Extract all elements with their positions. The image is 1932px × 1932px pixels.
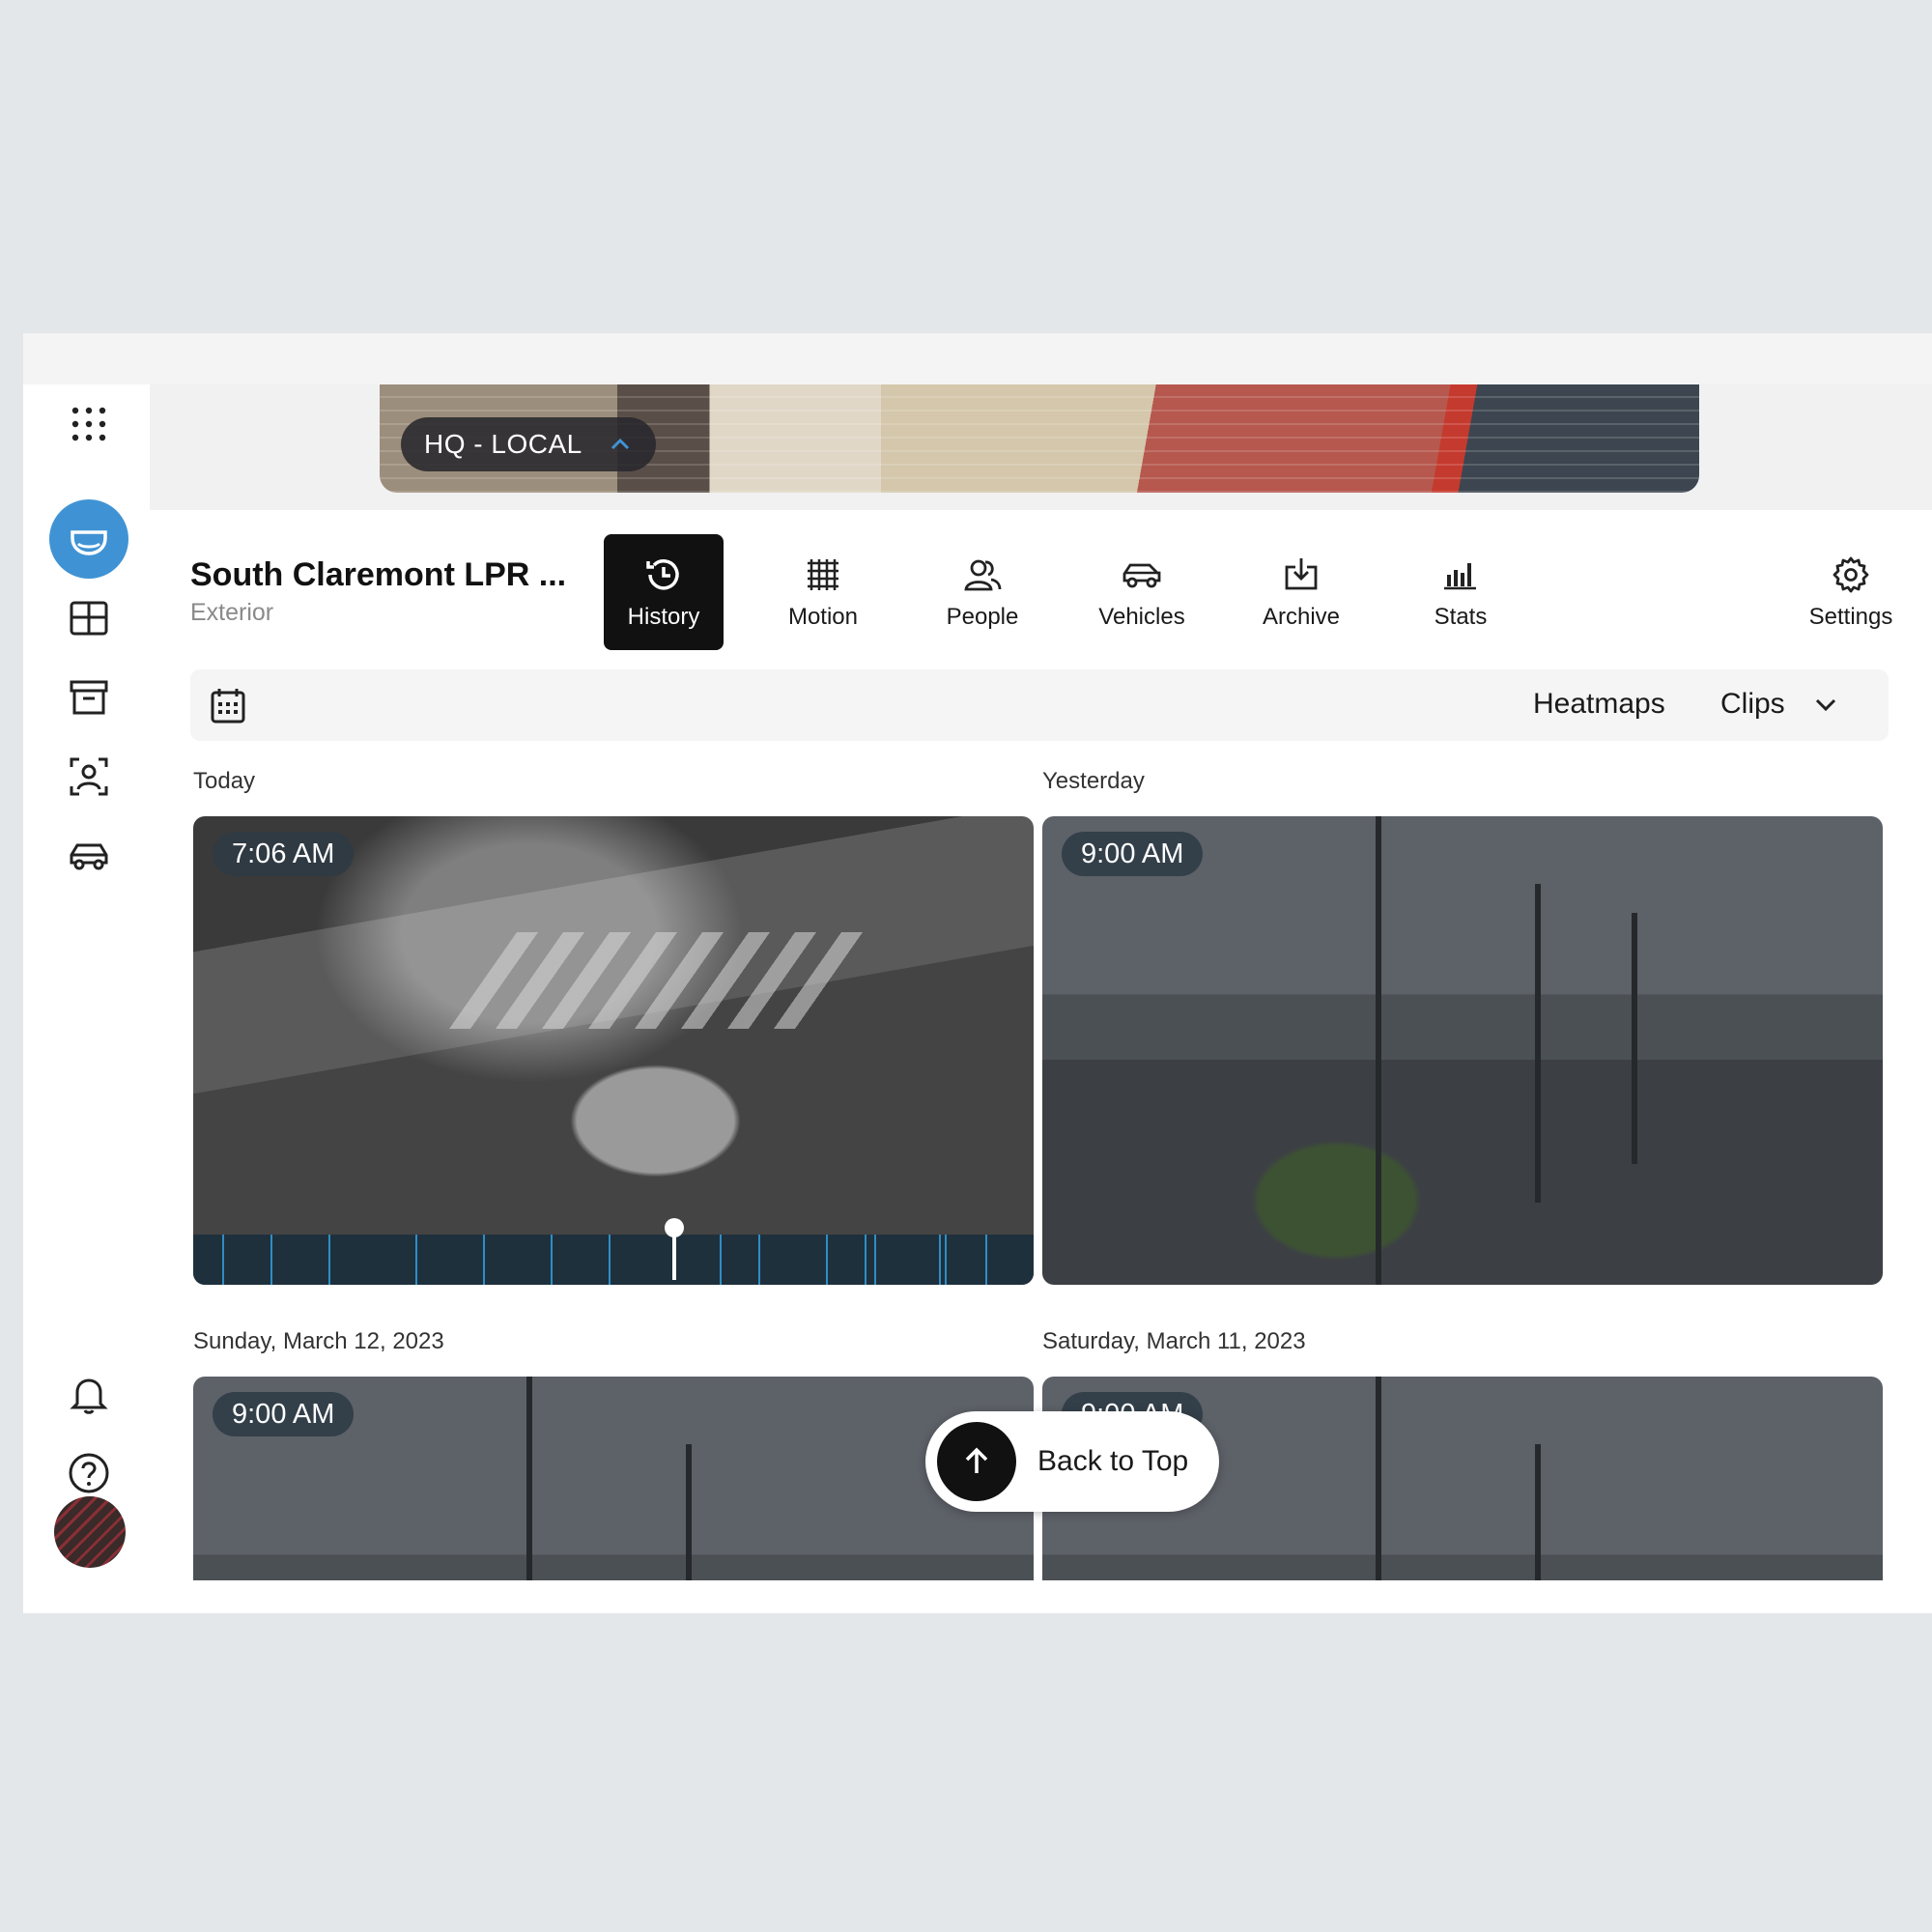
day-label-today: Today xyxy=(193,768,256,794)
playhead-handle[interactable] xyxy=(665,1218,684,1237)
grid-icon xyxy=(808,559,838,590)
timeline-scrubber[interactable] xyxy=(193,1218,1034,1285)
bell-icon[interactable] xyxy=(49,1355,128,1435)
street-pole xyxy=(1535,1444,1541,1580)
timeline-tick xyxy=(483,1235,485,1285)
timeline-tick xyxy=(551,1235,553,1285)
day-label-march-11: Saturday, March 11, 2023 xyxy=(1042,1328,1306,1354)
people-icon xyxy=(964,559,1002,591)
download-icon xyxy=(1285,558,1318,590)
street-pole xyxy=(686,1444,692,1580)
person-detect-icon[interactable] xyxy=(49,737,128,816)
app-top-bar xyxy=(23,333,1932,384)
timeline-tick xyxy=(720,1235,722,1285)
location-selector[interactable]: HQ - LOCAL xyxy=(401,417,656,471)
tab-people[interactable]: People xyxy=(923,534,1042,650)
sidebar xyxy=(23,384,150,1580)
street-pole xyxy=(526,1377,532,1580)
gear-icon xyxy=(1833,556,1869,593)
bar-chart-icon xyxy=(1444,563,1476,590)
timeline-tick xyxy=(939,1235,941,1285)
tab-archive[interactable]: Archive xyxy=(1241,534,1361,650)
timeline-tick xyxy=(826,1235,828,1285)
live-preview-strip: HQ - LOCAL xyxy=(150,384,1932,510)
timeline-tick xyxy=(758,1235,760,1285)
clip-thumbnail-today[interactable]: 7:06 AM xyxy=(193,816,1034,1285)
live-preview-image[interactable]: HQ - LOCAL xyxy=(380,384,1699,493)
tab-motion[interactable]: Motion xyxy=(763,534,883,650)
clips-label: Clips xyxy=(1720,688,1785,720)
avatar[interactable] xyxy=(54,1496,126,1568)
tab-people-label: People xyxy=(946,604,1019,630)
tab-motion-label: Motion xyxy=(787,604,859,630)
street-pole xyxy=(1535,884,1541,1203)
timeline-tick xyxy=(222,1235,224,1285)
timeline-tick xyxy=(874,1235,876,1285)
tab-history-label: History xyxy=(627,604,700,630)
tab-settings[interactable]: Settings xyxy=(1791,534,1911,650)
clips-dropdown[interactable]: Clips xyxy=(1720,688,1839,721)
tab-archive-label: Archive xyxy=(1262,604,1341,630)
timeline-tick xyxy=(945,1235,947,1285)
tab-history[interactable]: History xyxy=(604,534,724,650)
day-label-yesterday: Yesterday xyxy=(1042,768,1145,794)
tab-stats-label: Stats xyxy=(1434,604,1488,630)
day-label-march-12: Sunday, March 12, 2023 xyxy=(193,1328,444,1354)
clip-thumbnail-march-12[interactable]: 9:00 AM xyxy=(193,1377,1034,1580)
vehicle-icon[interactable] xyxy=(49,816,128,895)
crosswalk-stripes xyxy=(448,932,885,1029)
calendar-icon[interactable] xyxy=(208,685,248,725)
camera-title: South Claremont LPR ... xyxy=(190,556,567,593)
location-label: HQ - LOCAL xyxy=(424,429,582,459)
main-content: HQ - LOCAL South Claremont LPR ... Exter… xyxy=(150,384,1932,1580)
archive-box-icon[interactable] xyxy=(49,658,128,737)
arrow-up-icon xyxy=(937,1422,1016,1501)
tab-settings-label: Settings xyxy=(1808,604,1893,630)
chevron-up-icon xyxy=(611,438,629,450)
clip-thumbnail-yesterday[interactable]: 9:00 AM xyxy=(1042,816,1883,1285)
filter-bar: Heatmaps Clips xyxy=(190,669,1889,741)
street-pole xyxy=(1376,816,1381,1285)
street-pole xyxy=(1632,913,1637,1164)
street-pole xyxy=(1376,1377,1381,1580)
time-badge: 7:06 AM xyxy=(213,832,355,876)
apps-grid-icon[interactable] xyxy=(49,384,128,464)
timeline-tick xyxy=(985,1235,987,1285)
back-to-top-label: Back to Top xyxy=(1037,1445,1189,1477)
tab-vehicles-label: Vehicles xyxy=(1098,604,1185,630)
tab-vehicles[interactable]: Vehicles xyxy=(1082,534,1202,650)
timeline-tick xyxy=(609,1235,611,1285)
camera-subtitle: Exterior xyxy=(190,599,274,626)
time-badge: 9:00 AM xyxy=(213,1392,355,1436)
app-window: HQ - LOCAL South Claremont LPR ... Exter… xyxy=(23,333,1932,1613)
timeline-tick xyxy=(865,1235,867,1285)
camera-dome-icon[interactable] xyxy=(49,499,128,579)
tab-stats[interactable]: Stats xyxy=(1401,534,1520,650)
timeline-tick xyxy=(415,1235,417,1285)
layout-grid-icon[interactable] xyxy=(49,579,128,658)
car-icon xyxy=(1122,563,1161,588)
heatmaps-toggle[interactable]: Heatmaps xyxy=(1533,688,1665,721)
time-badge: 9:00 AM xyxy=(1062,832,1204,876)
history-icon xyxy=(646,559,679,590)
timeline-tick xyxy=(328,1235,330,1285)
timeline-tick xyxy=(270,1235,272,1285)
chevron-down-icon xyxy=(1815,698,1835,712)
back-to-top-button[interactable]: Back to Top xyxy=(925,1411,1220,1512)
